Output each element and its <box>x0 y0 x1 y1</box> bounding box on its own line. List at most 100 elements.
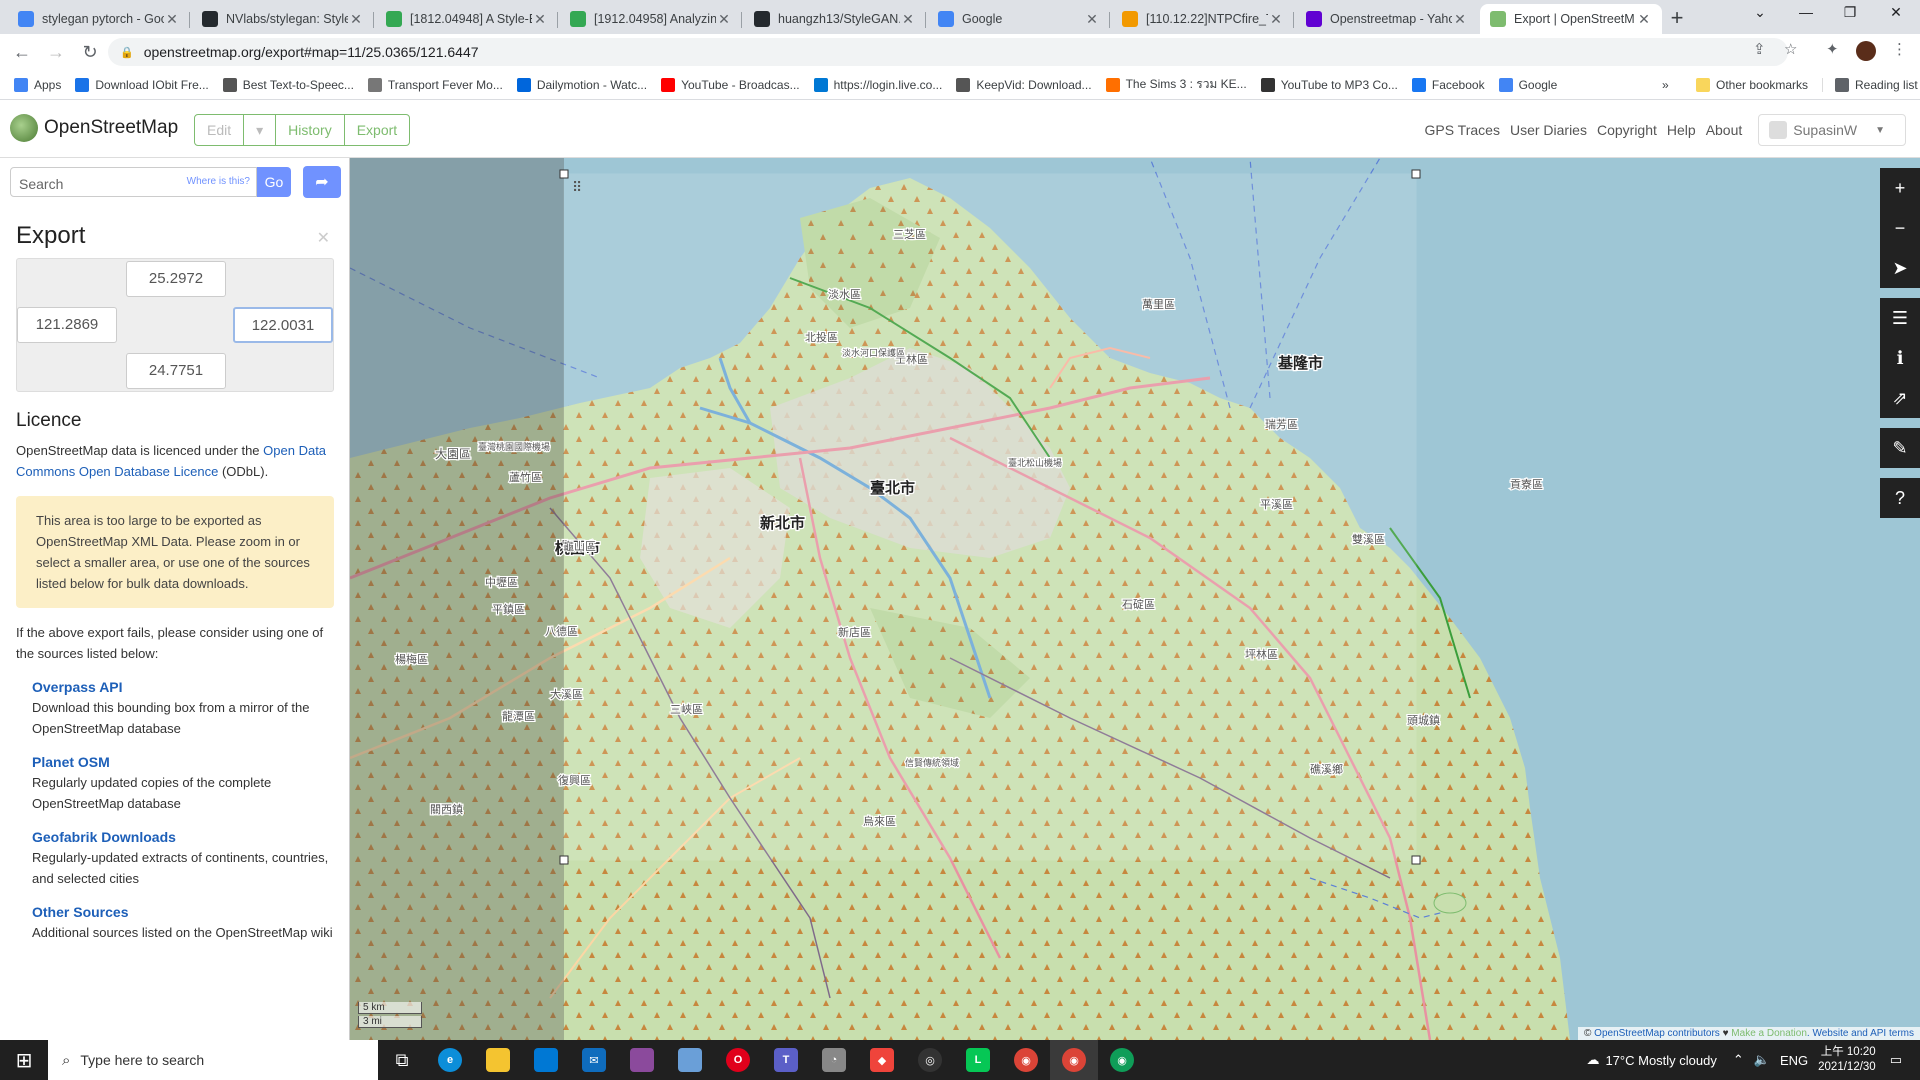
bookmark-item[interactable]: Transport Fever Mo... <box>367 75 503 94</box>
selection-handle-ne[interactable] <box>1411 169 1421 179</box>
chrome-icon-2[interactable]: ◉ <box>1050 1040 1098 1080</box>
line-icon[interactable]: L <box>954 1040 1002 1080</box>
export-selection-box[interactable] <box>563 173 1417 861</box>
map-canvas[interactable]: ⠿ 基隆市臺北市新北市桃園市大園區淡水區三芝區萬里區北投區士林區瑞芳區平溪區雙溪… <box>350 158 1920 1040</box>
osm-logo[interactable]: OpenStreetMap <box>10 114 178 142</box>
min-lon-input[interactable]: 121.2869 <box>17 307 117 343</box>
terms-link[interactable]: . Website and API terms <box>1807 1028 1914 1039</box>
anydesk-icon[interactable]: ◆ <box>858 1040 906 1080</box>
bookmark-item[interactable]: KeepVid: Download... <box>956 75 1092 94</box>
where-is-this-link[interactable]: Where is this? <box>187 176 250 187</box>
bookmark-item[interactable]: YouTube to MP3 Co... <box>1260 75 1398 94</box>
mail-icon[interactable]: ✉ <box>570 1040 618 1080</box>
selection-handle-se[interactable] <box>1411 855 1421 865</box>
bookmark-item[interactable]: Best Text-to-Speec... <box>222 75 354 94</box>
bookmark-item[interactable]: YouTube - Broadcas... <box>661 75 800 94</box>
other-bookmarks-folder[interactable]: Other bookmarks <box>1696 77 1808 92</box>
reading-list-button[interactable]: Reading list <box>1822 77 1918 92</box>
new-tab-button[interactable]: + <box>1663 5 1691 31</box>
directions-icon[interactable]: ➦ <box>303 166 341 198</box>
user-menu-button[interactable]: SupasinW ▼ <box>1758 114 1906 146</box>
task-view-icon[interactable]: ⧉ <box>378 1040 426 1080</box>
share-map-icon[interactable]: ⇗ <box>1880 378 1920 418</box>
chrome-icon[interactable]: ◉ <box>1002 1040 1050 1080</box>
info-icon[interactable]: ℹ <box>1880 338 1920 378</box>
store-icon[interactable] <box>522 1040 570 1080</box>
edit-dropdown-button[interactable]: ▾ <box>244 115 277 145</box>
tab-close-icon[interactable]: ✕ <box>716 11 732 28</box>
tray-chevron-icon[interactable]: ⌃ <box>1733 1052 1744 1068</box>
winrar-icon[interactable] <box>618 1040 666 1080</box>
browser-tab[interactable]: [1912.04958] Analyzin ✕ <box>560 4 742 34</box>
export-button[interactable]: Export <box>345 115 409 145</box>
bookmark-star-icon[interactable]: ☆ <box>1784 40 1797 58</box>
query-features-icon[interactable]: ? <box>1880 478 1920 518</box>
browser-tab[interactable]: Export | OpenStreetM ✕ <box>1480 4 1662 34</box>
minimize-button[interactable]: — <box>1786 4 1826 20</box>
source-link[interactable]: Geofabrik Downloads <box>32 828 334 847</box>
reload-icon[interactable]: ↻ <box>78 40 102 64</box>
locate-icon[interactable]: ➤ <box>1880 248 1920 288</box>
drag-handle-icon[interactable]: ⠿ <box>572 179 582 195</box>
maximize-button[interactable]: ❐ <box>1830 4 1870 21</box>
clock[interactable]: 上午 10:20 2021/12/30 <box>1818 1045 1876 1075</box>
source-link[interactable]: Other Sources <box>32 903 334 922</box>
nav-copyright[interactable]: Copyright <box>1597 122 1657 138</box>
chrome-icon-3[interactable]: ◉ <box>1098 1040 1146 1080</box>
source-link[interactable]: Planet OSM <box>32 753 334 772</box>
weather-text[interactable]: 17°C Mostly cloudy <box>1605 1053 1716 1068</box>
nav-help[interactable]: Help <box>1667 122 1696 138</box>
tab-close-icon[interactable]: ✕ <box>532 11 548 28</box>
go-button[interactable]: Go <box>257 167 291 197</box>
forward-icon[interactable]: → <box>44 40 68 64</box>
notepad-icon[interactable] <box>666 1040 714 1080</box>
tab-close-icon[interactable]: ✕ <box>1636 11 1652 28</box>
bookmark-item[interactable]: https://login.live.co... <box>813 75 942 94</box>
close-icon[interactable]: ✕ <box>317 228 330 248</box>
browser-tab[interactable]: [1812.04948] A Style-B ✕ <box>376 4 558 34</box>
tab-close-icon[interactable]: ✕ <box>1268 11 1284 28</box>
source-link[interactable]: Overpass API <box>32 678 334 697</box>
browser-tab[interactable]: [110.12.22]NTPCfire_T ✕ <box>1112 4 1294 34</box>
map-view[interactable]: ⠿ 基隆市 臺北市 新北市 桃園市 大園區 淡水區 三芝區 萬里區 北投區 士林區 瑞芳區 平溪區 雙溪… <box>350 158 1920 1040</box>
taskbar-search-input[interactable]: ⌕ Type here to search <box>48 1040 378 1080</box>
tab-close-icon[interactable]: ✕ <box>1084 11 1100 28</box>
speaker-icon[interactable]: 🔈 <box>1754 1052 1770 1068</box>
selection-handle-nw[interactable] <box>559 169 569 179</box>
edge-icon[interactable]: e <box>426 1040 474 1080</box>
discord-icon[interactable]: ◔ <box>810 1040 858 1080</box>
share-icon[interactable]: ⇪ <box>1753 40 1766 58</box>
history-button[interactable]: History <box>276 115 345 145</box>
opera-icon[interactable]: O <box>714 1040 762 1080</box>
more-bookmarks-button[interactable]: » <box>1662 78 1669 92</box>
search-input[interactable]: Search Where is this? <box>10 167 257 197</box>
max-lat-input[interactable]: 25.2972 <box>126 261 226 297</box>
url-omnibox[interactable]: 🔒 openstreetmap.org/export#map=11/25.036… <box>108 38 1788 66</box>
menu-kebab-icon[interactable]: ⋮ <box>1892 40 1907 58</box>
tab-close-icon[interactable]: ✕ <box>348 11 364 28</box>
add-note-icon[interactable]: ✎ <box>1880 428 1920 468</box>
bookmark-item[interactable]: Download IObit Fre... <box>75 75 209 94</box>
osm-contributors-link[interactable]: OpenStreetMap contributors <box>1594 1028 1720 1039</box>
max-lon-input[interactable]: 122.0031 <box>233 307 333 343</box>
zoom-in-icon[interactable]: + <box>1880 168 1920 208</box>
zoom-out-icon[interactable]: − <box>1880 208 1920 248</box>
bookmark-item[interactable]: Google <box>1498 75 1557 94</box>
tab-close-icon[interactable]: ✕ <box>1452 11 1468 28</box>
teams-icon[interactable]: T <box>762 1040 810 1080</box>
extensions-icon[interactable]: ✦ <box>1826 40 1839 58</box>
language-indicator[interactable]: ENG <box>1780 1053 1808 1068</box>
close-window-button[interactable]: ✕ <box>1876 4 1916 21</box>
selection-handle-sw[interactable] <box>559 855 569 865</box>
edit-button[interactable]: Edit <box>195 115 245 145</box>
tab-search-icon[interactable]: ⌄ <box>1740 4 1780 21</box>
file-explorer-icon[interactable] <box>474 1040 522 1080</box>
tab-close-icon[interactable]: ✕ <box>164 11 180 28</box>
browser-tab[interactable]: huangzh13/StyleGAN. ✕ <box>744 4 926 34</box>
nav-user-diaries[interactable]: User Diaries <box>1510 122 1587 138</box>
browser-tab[interactable]: NVlabs/stylegan: Style ✕ <box>192 4 374 34</box>
browser-tab[interactable]: stylegan pytorch - Goo ✕ <box>8 4 190 34</box>
bookmark-item[interactable]: Facebook <box>1411 75 1485 94</box>
nav-gps-traces[interactable]: GPS Traces <box>1424 122 1499 138</box>
browser-tab[interactable]: Openstreetmap - Yaho ✕ <box>1296 4 1478 34</box>
